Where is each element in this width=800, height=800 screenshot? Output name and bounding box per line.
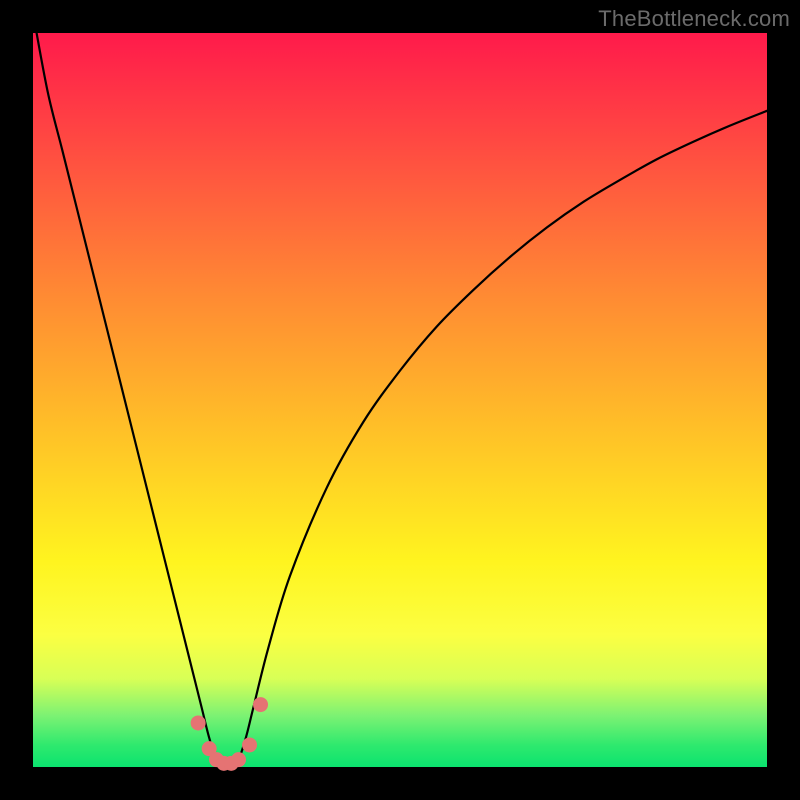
chart-svg <box>33 33 767 767</box>
marker-dot <box>231 752 246 767</box>
watermark-text: TheBottleneck.com <box>598 6 790 32</box>
bottleneck-curve <box>33 13 767 768</box>
chart-frame: TheBottleneck.com <box>0 0 800 800</box>
marker-dot <box>242 737 257 752</box>
marker-dot <box>191 715 206 730</box>
marker-dot <box>253 697 268 712</box>
plot-area <box>33 33 767 767</box>
